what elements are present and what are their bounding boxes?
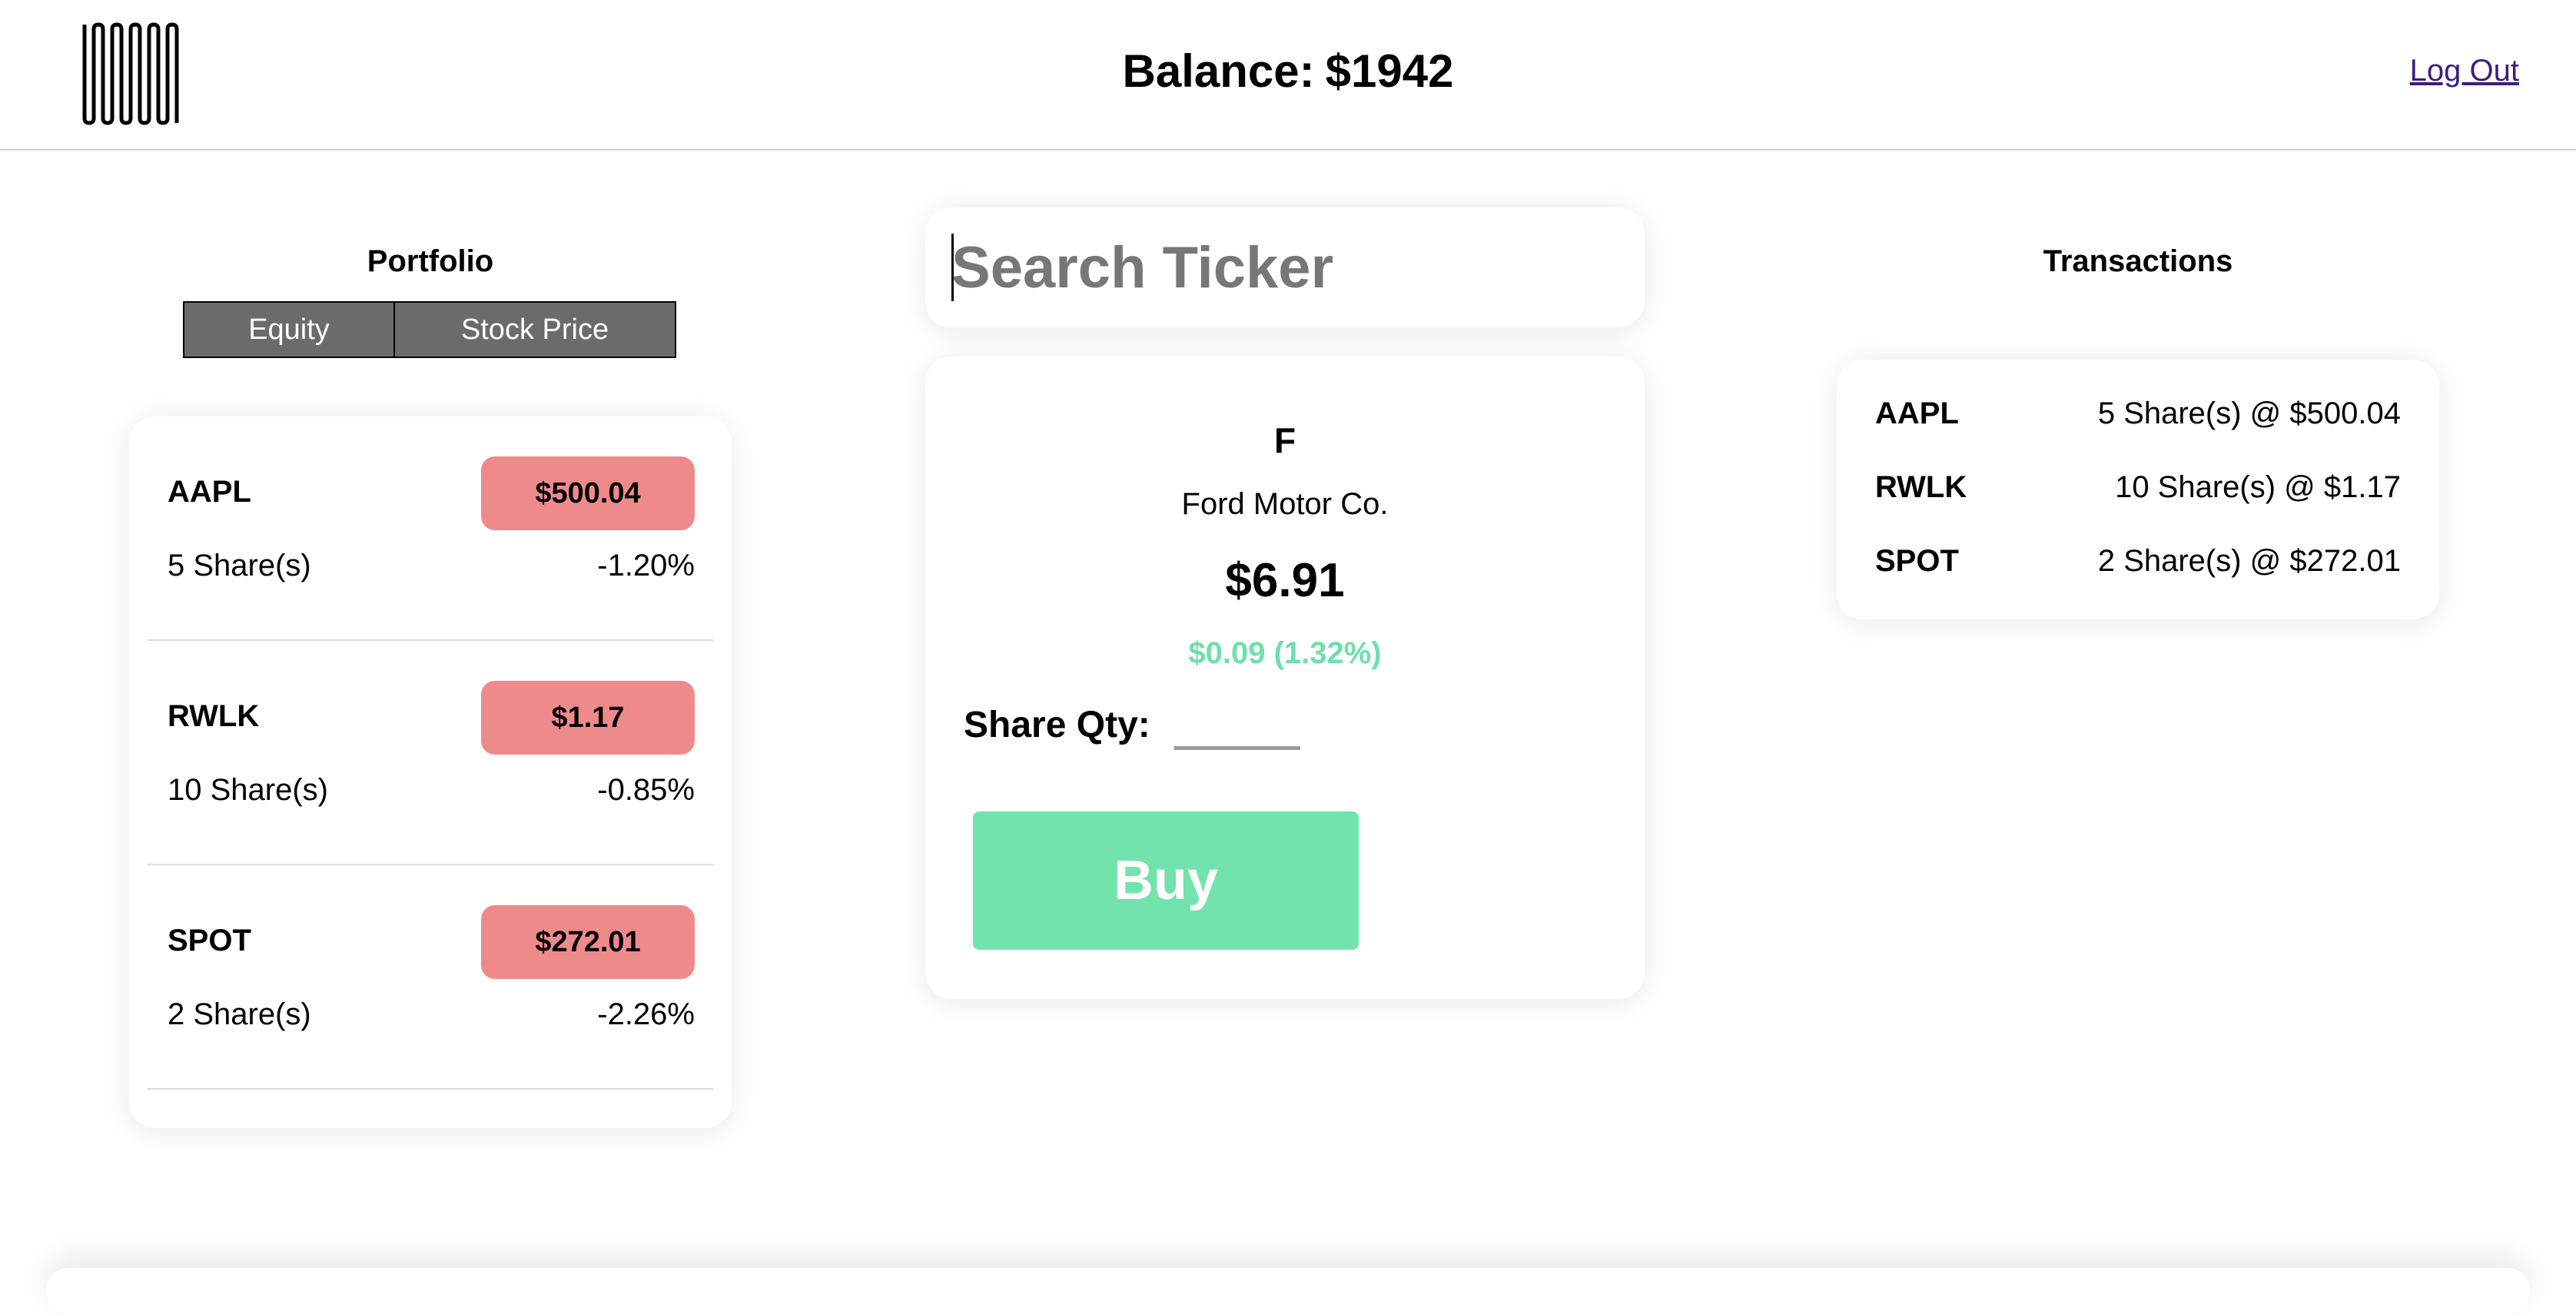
text-caret bbox=[951, 234, 954, 301]
transaction-row: SPOT 2 Share(s) @ $272.01 bbox=[1875, 544, 2401, 590]
transaction-row: RWLK 10 Share(s) @ $1.17 bbox=[1875, 470, 2401, 516]
transactions-title: Transactions bbox=[2043, 244, 2233, 278]
holding-symbol: SPOT bbox=[168, 924, 251, 957]
ticker-search-input[interactable] bbox=[951, 224, 1628, 310]
stock-price: $6.91 bbox=[1225, 554, 1345, 607]
top-header: Balance: $1942 Log Out bbox=[0, 0, 2576, 151]
transaction-detail: 2 Share(s) @ $272.01 bbox=[2097, 544, 2401, 578]
holding-row[interactable]: SPOT $272.01 2 Share(s) -2.26% bbox=[148, 865, 713, 1090]
holding-change: -1.20% bbox=[597, 549, 695, 582]
holding-shares: 10 Share(s) bbox=[168, 773, 328, 807]
portfolio-sort-toggle: Equity Stock Price bbox=[183, 301, 676, 358]
transaction-detail: 5 Share(s) @ $500.04 bbox=[2097, 397, 2401, 430]
holding-price-badge[interactable]: $1.17 bbox=[481, 681, 695, 755]
holding-row[interactable]: RWLK $1.17 10 Share(s) -0.85% bbox=[148, 641, 713, 865]
transaction-detail: 10 Share(s) @ $1.17 bbox=[2115, 470, 2401, 504]
holding-symbol: RWLK bbox=[168, 699, 260, 733]
share-qty-input[interactable] bbox=[1174, 695, 1300, 750]
stock-change: $0.09 (1.32%) bbox=[1188, 636, 1382, 670]
holding-shares: 5 Share(s) bbox=[168, 549, 311, 582]
holding-symbol: AAPL bbox=[168, 475, 251, 509]
holding-shares: 2 Share(s) bbox=[168, 997, 311, 1031]
sort-stock-price-button[interactable]: Stock Price bbox=[395, 301, 676, 358]
holding-price-badge[interactable]: $500.04 bbox=[481, 456, 695, 530]
transaction-symbol: SPOT bbox=[1875, 544, 1959, 578]
transactions-card: AAPL 5 Share(s) @ $500.04 RWLK 10 Share(… bbox=[1837, 360, 2439, 619]
bottom-panel-edge bbox=[46, 1268, 2530, 1314]
buy-button[interactable]: Buy bbox=[973, 811, 1359, 950]
transaction-symbol: RWLK bbox=[1875, 470, 1967, 504]
balance-label: Balance: bbox=[1122, 45, 1315, 97]
logout-link[interactable]: Log Out bbox=[2410, 54, 2519, 88]
transaction-row: AAPL 5 Share(s) @ $500.04 bbox=[1875, 397, 2401, 443]
holding-change: -0.85% bbox=[597, 773, 695, 807]
holding-change: -2.26% bbox=[597, 997, 695, 1031]
sort-equity-button[interactable]: Equity bbox=[183, 301, 395, 358]
stock-ticker: F bbox=[1273, 420, 1296, 460]
portfolio-title: Portfolio bbox=[367, 244, 494, 278]
holding-row[interactable]: AAPL $500.04 5 Share(s) -1.20% bbox=[148, 416, 713, 641]
portfolio-card: AAPL $500.04 5 Share(s) -1.20% RWLK $1.1… bbox=[129, 416, 732, 1128]
share-qty-label: Share Qty: bbox=[964, 705, 1150, 745]
stock-company-name: Ford Motor Co. bbox=[1181, 487, 1389, 521]
stock-detail-card: F Ford Motor Co. $6.91 $0.09 (1.32%) Sha… bbox=[925, 357, 1645, 999]
holding-price-badge[interactable]: $272.01 bbox=[481, 905, 695, 979]
search-card bbox=[925, 207, 1645, 327]
balance-display: Balance: $1942 bbox=[0, 45, 2576, 98]
transaction-symbol: AAPL bbox=[1875, 397, 1959, 430]
balance-value: $1942 bbox=[1325, 45, 1454, 97]
